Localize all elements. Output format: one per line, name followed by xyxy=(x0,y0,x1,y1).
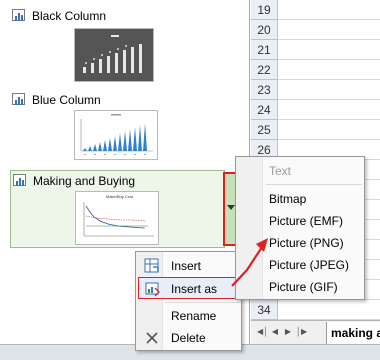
format-option-bitmap[interactable]: Bitmap xyxy=(269,192,306,206)
gallery-item-label: Black Column xyxy=(32,9,107,23)
last-sheet-icon[interactable]: │▶ xyxy=(296,326,307,338)
menu-item-label: Insert as xyxy=(171,282,218,296)
menu-item-insert-as[interactable]: Insert as xyxy=(138,277,240,299)
menu-item-delete[interactable]: Delete xyxy=(138,327,240,349)
gallery-item-label: Making and Buying xyxy=(33,174,136,188)
making-and-buying-thumbnail: Make/Buy Cost xyxy=(75,191,159,245)
row-header[interactable]: 19 xyxy=(251,0,278,20)
format-option-text: Text xyxy=(269,164,292,178)
row-header[interactable]: 24 xyxy=(251,100,278,120)
format-option-picture-emf[interactable]: Picture (EMF) xyxy=(269,214,343,228)
context-menu: Insert Insert as Rename Delete xyxy=(135,251,242,351)
sheet-tab[interactable]: making a xyxy=(326,322,380,344)
sheet-row[interactable]: 25 xyxy=(251,120,380,140)
menu-item-label: Delete xyxy=(171,331,206,345)
row-header[interactable]: 21 xyxy=(251,40,278,60)
sheet-row[interactable]: 23 xyxy=(251,80,380,100)
format-option-picture-gif[interactable]: Picture (GIF) xyxy=(269,280,338,294)
chevron-down-icon xyxy=(227,205,235,210)
row-header[interactable]: 22 xyxy=(251,60,278,80)
delete-icon xyxy=(144,330,160,346)
menu-item-label: Insert xyxy=(171,259,202,273)
gallery-item-black-column[interactable]: Black Column xyxy=(10,6,225,84)
sheet-row[interactable]: 19 xyxy=(251,0,380,20)
menu-item-rename[interactable]: Rename xyxy=(138,305,240,327)
gallery-item-blue-column[interactable]: Blue Column xyxy=(10,90,225,162)
sheet-row[interactable]: 22 xyxy=(251,60,380,80)
insert-as-submenu: Text Bitmap Picture (EMF) Picture (PNG) … xyxy=(235,156,365,300)
sheet-navigation: ◀│ ◀ ▶ │▶ xyxy=(257,326,307,338)
chart-icon xyxy=(11,173,29,189)
sheet-tab-bar: ◀│ ◀ ▶ │▶ making a xyxy=(251,320,380,344)
row-header[interactable]: 20 xyxy=(251,20,278,40)
sheet-row[interactable]: 21 xyxy=(251,40,380,60)
sheet-row[interactable]: 20 xyxy=(251,20,380,40)
row-header[interactable]: 25 xyxy=(251,120,278,140)
thumbnail-title: Make/Buy Cost xyxy=(106,194,134,199)
prev-sheet-icon[interactable]: ◀ xyxy=(270,326,280,338)
insert-icon xyxy=(144,258,160,274)
next-sheet-icon[interactable]: ▶ xyxy=(283,326,293,338)
blue-column-thumbnail xyxy=(74,110,158,160)
black-column-thumbnail xyxy=(74,28,154,82)
menu-item-insert[interactable]: Insert xyxy=(138,255,240,277)
first-sheet-icon[interactable]: ◀│ xyxy=(257,326,268,338)
gallery-item-label: Blue Column xyxy=(32,93,101,107)
sheet-row[interactable]: 34 xyxy=(251,300,380,320)
sheet-row[interactable]: 24 xyxy=(251,100,380,120)
row-header[interactable]: 34 xyxy=(251,300,278,320)
menu-item-label: Rename xyxy=(171,309,217,323)
gallery-item-making-and-buying[interactable]: Making and Buying Make/Buy Cost xyxy=(10,170,225,248)
row-header[interactable]: 23 xyxy=(251,80,278,100)
chart-icon xyxy=(10,8,28,24)
format-option-picture-jpeg[interactable]: Picture (JPEG) xyxy=(269,258,349,272)
format-option-picture-png[interactable]: Picture (PNG) xyxy=(269,236,344,250)
insert-as-icon xyxy=(145,281,161,297)
chart-icon xyxy=(10,92,28,108)
